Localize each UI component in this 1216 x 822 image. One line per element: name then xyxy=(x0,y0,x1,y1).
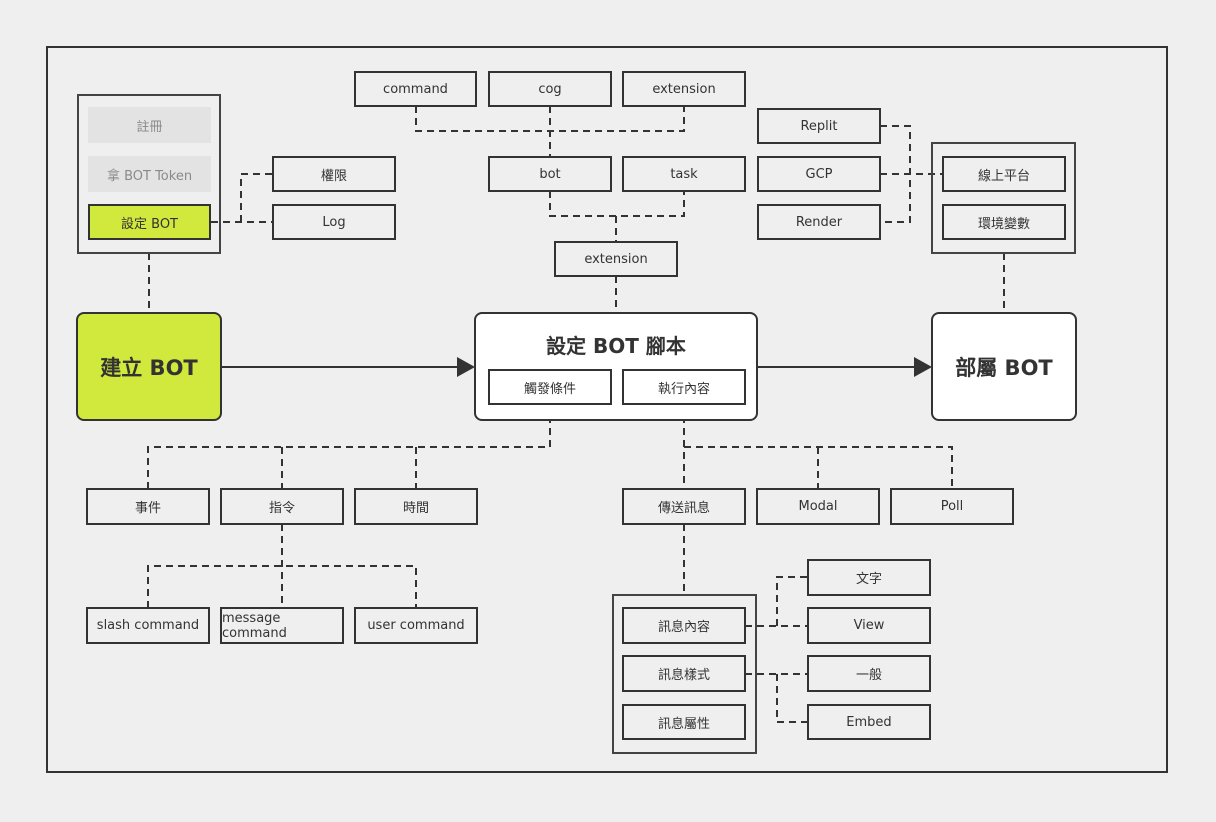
render-node[interactable]: Render xyxy=(757,204,881,240)
user-command-node[interactable]: user command xyxy=(354,607,478,644)
bot-script-title: 設定 BOT 腳本 xyxy=(546,334,686,358)
get-token-node[interactable]: 拿 BOT Token xyxy=(88,156,211,192)
gcp-node[interactable]: GCP xyxy=(757,156,881,192)
slash-command-node[interactable]: slash command xyxy=(86,607,210,644)
text-node[interactable]: 文字 xyxy=(807,559,931,596)
message-command-node[interactable]: message command xyxy=(220,607,344,644)
deploy-bot-node[interactable]: 部屬 BOT xyxy=(931,312,1077,421)
modal-node[interactable]: Modal xyxy=(756,488,880,525)
online-platform-node[interactable]: 線上平台 xyxy=(942,156,1066,192)
normal-node[interactable]: 一般 xyxy=(807,655,931,692)
cog-node[interactable]: cog xyxy=(488,71,612,107)
send-message-node[interactable]: 傳送訊息 xyxy=(622,488,746,525)
trigger-node[interactable]: 觸發條件 xyxy=(488,369,612,405)
embed-node[interactable]: Embed xyxy=(807,704,931,740)
view-node[interactable]: View xyxy=(807,607,931,644)
replit-node[interactable]: Replit xyxy=(757,108,881,144)
bot-node[interactable]: bot xyxy=(488,156,612,192)
command-node[interactable]: command xyxy=(354,71,477,107)
connector xyxy=(415,106,685,156)
create-bot-node[interactable]: 建立 BOT xyxy=(76,312,222,421)
message-style-node[interactable]: 訊息樣式 xyxy=(622,655,746,692)
permission-node[interactable]: 權限 xyxy=(272,156,396,192)
message-content-node[interactable]: 訊息內容 xyxy=(622,607,746,644)
time-node[interactable]: 時間 xyxy=(354,488,478,525)
log-node[interactable]: Log xyxy=(272,204,396,240)
execute-node[interactable]: 執行內容 xyxy=(622,369,746,405)
connector xyxy=(147,524,417,608)
task-node[interactable]: task xyxy=(622,156,746,192)
poll-node[interactable]: Poll xyxy=(890,488,1014,525)
command-trigger-node[interactable]: 指令 xyxy=(220,488,344,525)
event-node[interactable]: 事件 xyxy=(86,488,210,525)
extension-node[interactable]: extension xyxy=(554,241,678,277)
message-attribute-node[interactable]: 訊息屬性 xyxy=(622,704,746,740)
setup-bot-node[interactable]: 設定 BOT xyxy=(88,204,211,240)
env-vars-node[interactable]: 環境變數 xyxy=(942,204,1066,240)
connector xyxy=(549,191,685,242)
extension-top-node[interactable]: extension xyxy=(622,71,746,107)
register-node[interactable]: 註冊 xyxy=(88,107,211,143)
